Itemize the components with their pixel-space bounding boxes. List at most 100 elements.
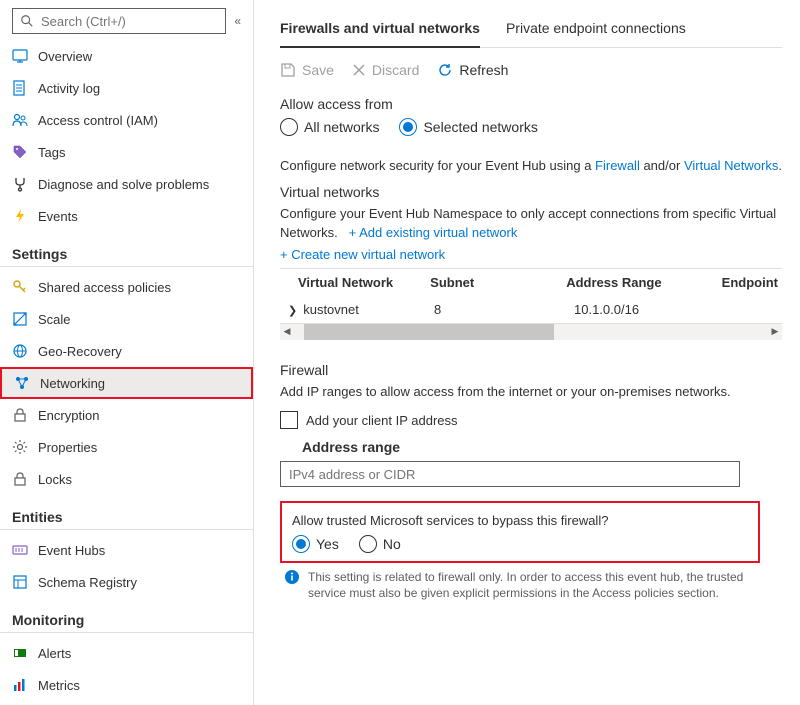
discard-icon	[352, 63, 366, 77]
diagnose-icon	[12, 176, 28, 192]
nav-geo-recovery[interactable]: Geo-Recovery	[0, 335, 253, 367]
trusted-question: Allow trusted Microsoft services to bypa…	[292, 511, 748, 531]
config-description: Configure network security for your Even…	[280, 156, 782, 176]
nav-scale[interactable]: Scale	[0, 303, 253, 335]
save-label: Save	[302, 62, 334, 78]
radio-selected-networks[interactable]: Selected networks	[399, 118, 537, 136]
globe-icon	[12, 343, 28, 359]
networking-icon	[14, 375, 30, 391]
firewall-link[interactable]: Firewall	[595, 158, 640, 173]
main-panel: Firewalls and virtual networks Private e…	[254, 0, 800, 705]
th-vnet: Virtual Network	[284, 275, 430, 290]
radio-label: No	[383, 536, 401, 552]
toolbar: Save Discard Refresh	[280, 62, 782, 78]
metrics-icon	[12, 677, 28, 693]
firewall-heading: Firewall	[280, 362, 782, 378]
radio-all-networks[interactable]: All networks	[280, 118, 379, 136]
discard-button: Discard	[352, 62, 419, 78]
radio-trusted-yes[interactable]: Yes	[292, 535, 339, 553]
cell-subnet: 8	[434, 302, 574, 317]
nav-access-control[interactable]: Access control (IAM)	[0, 104, 253, 136]
nav-event-hubs[interactable]: Event Hubs	[0, 534, 253, 566]
add-client-ip-checkbox[interactable]	[280, 411, 298, 429]
nav-label: Schema Registry	[38, 575, 137, 590]
event-hubs-icon	[12, 542, 28, 558]
nav-label: Diagnose and solve problems	[38, 177, 209, 192]
sidebar: « Overview Activity log Access control (…	[0, 0, 254, 705]
save-button: Save	[280, 62, 334, 78]
nav-events[interactable]: Events	[0, 200, 253, 232]
nav-label: Networking	[40, 376, 105, 391]
nav-label: Properties	[38, 440, 97, 455]
collapse-sidebar-icon[interactable]: «	[234, 14, 241, 28]
radio-label: Yes	[316, 536, 339, 552]
th-subnet: Subnet	[430, 275, 566, 290]
nav-label: Tags	[38, 145, 65, 160]
nav-label: Access control (IAM)	[38, 113, 158, 128]
nav-label: Geo-Recovery	[38, 344, 122, 359]
cell-range: 10.1.0.0/16	[574, 302, 734, 317]
nav-diagnose[interactable]: Diagnose and solve problems	[0, 168, 253, 200]
scroll-thumb[interactable]	[304, 324, 554, 340]
lock-icon	[12, 471, 28, 487]
address-range-label: Address range	[302, 439, 782, 455]
nav-encryption[interactable]: Encryption	[0, 399, 253, 431]
section-monitoring: Monitoring	[0, 598, 253, 633]
th-range: Address Range	[566, 275, 721, 290]
scroll-left-icon[interactable]: ◀	[280, 326, 294, 337]
refresh-label: Refresh	[459, 62, 508, 78]
search-icon	[19, 13, 35, 29]
nav-locks[interactable]: Locks	[0, 463, 253, 495]
add-existing-vnet-link[interactable]: + Add existing virtual network	[349, 225, 518, 240]
nav-label: Encryption	[38, 408, 99, 423]
tab-firewalls[interactable]: Firewalls and virtual networks	[280, 14, 480, 48]
add-client-ip-label: Add your client IP address	[306, 413, 458, 428]
radio-label: All networks	[304, 119, 379, 135]
create-new-vnet-link[interactable]: + Create new virtual network	[280, 247, 445, 262]
nav-tags[interactable]: Tags	[0, 136, 253, 168]
nav-label: Scale	[38, 312, 71, 327]
vnet-table: Virtual Network Subnet Address Range End…	[280, 268, 782, 340]
access-from-label: Allow access from	[280, 96, 782, 112]
save-icon	[280, 62, 296, 78]
nav-label: Events	[38, 209, 78, 224]
alerts-icon	[12, 645, 28, 661]
refresh-icon	[437, 62, 453, 78]
address-range-input[interactable]	[280, 461, 740, 487]
nav-label: Locks	[38, 472, 72, 487]
lock-icon	[12, 407, 28, 423]
cell-vnet: kustovnet	[303, 302, 359, 317]
nav-metrics[interactable]: Metrics	[0, 669, 253, 701]
nav-activity-log[interactable]: Activity log	[0, 72, 253, 104]
tags-icon	[12, 144, 28, 160]
nav-networking[interactable]: Networking	[0, 367, 253, 399]
refresh-button[interactable]: Refresh	[437, 62, 508, 78]
chevron-right-icon[interactable]: ❯	[288, 305, 297, 317]
overview-icon	[12, 48, 28, 64]
search-input[interactable]	[41, 14, 219, 29]
nav-schema-registry[interactable]: Schema Registry	[0, 566, 253, 598]
vnets-heading: Virtual networks	[280, 184, 782, 200]
tab-private-endpoint[interactable]: Private endpoint connections	[506, 14, 686, 47]
virtual-networks-link[interactable]: Virtual Networks	[684, 158, 778, 173]
discard-label: Discard	[372, 62, 419, 78]
radio-trusted-no[interactable]: No	[359, 535, 401, 553]
nav-properties[interactable]: Properties	[0, 431, 253, 463]
nav-overview[interactable]: Overview	[0, 40, 253, 72]
th-endpoint: Endpoint	[722, 275, 778, 290]
cell-endpoint	[734, 302, 778, 317]
scroll-right-icon[interactable]: ▶	[768, 326, 782, 337]
properties-icon	[12, 439, 28, 455]
nav-label: Event Hubs	[38, 543, 105, 558]
nav-label: Alerts	[38, 646, 71, 661]
nav-label: Shared access policies	[38, 280, 171, 295]
section-entities: Entities	[0, 495, 253, 530]
table-row[interactable]: ❯ kustovnet 8 10.1.0.0/16	[280, 296, 782, 323]
nav-shared-access[interactable]: Shared access policies	[0, 271, 253, 303]
search-box[interactable]	[12, 8, 226, 34]
info-icon	[284, 569, 300, 585]
horizontal-scrollbar[interactable]: ◀ ▶	[280, 324, 782, 340]
events-icon	[12, 208, 28, 224]
schema-icon	[12, 574, 28, 590]
nav-alerts[interactable]: Alerts	[0, 637, 253, 669]
